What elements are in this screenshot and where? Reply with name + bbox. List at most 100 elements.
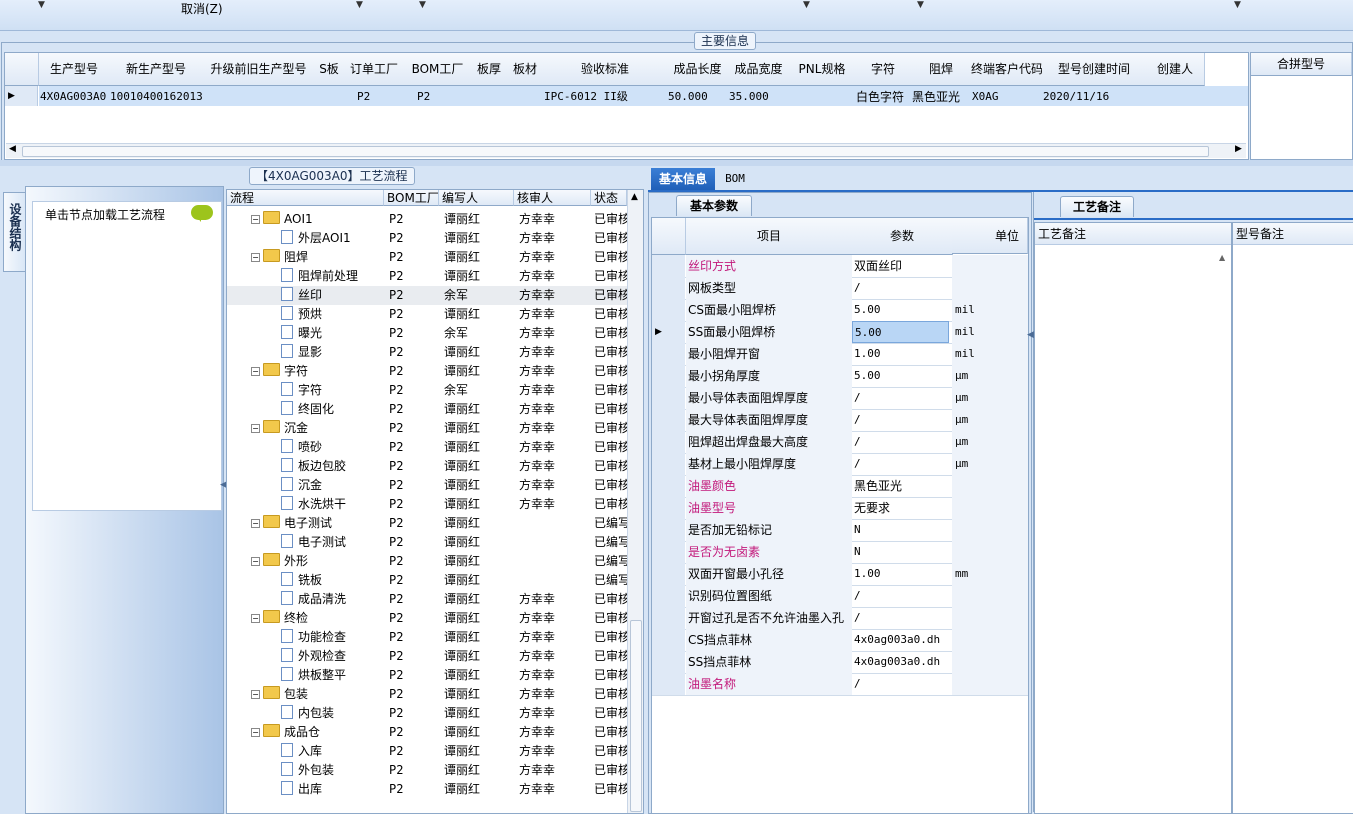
flow-tree-row[interactable]: − AOI1 P2 谭丽红 方幸幸 已审核 bbox=[227, 210, 627, 229]
table-cell[interactable] bbox=[790, 87, 854, 107]
param-row[interactable]: 最小拐角厚度 5.00 μm bbox=[652, 365, 1028, 388]
flow-tree-row[interactable]: 成品清洗 P2 谭丽红 方幸幸 已审核 bbox=[227, 590, 627, 609]
param-row[interactable]: 油墨名称 / bbox=[652, 673, 1028, 696]
col-header[interactable]: 板厚 bbox=[471, 53, 508, 86]
collapse-icon[interactable]: − bbox=[251, 519, 260, 528]
flow-node[interactable]: 铣板 bbox=[281, 571, 322, 590]
flow-node[interactable]: − 电子测试 bbox=[251, 514, 332, 533]
flow-tree-row[interactable]: − 成品仓 P2 谭丽红 方幸幸 已审核 bbox=[227, 723, 627, 742]
col-header[interactable]: S板 bbox=[314, 53, 345, 86]
flow-tree-row[interactable]: 丝印 P2 余军 方幸幸 已审核 bbox=[227, 286, 627, 305]
table-cell[interactable] bbox=[315, 87, 343, 107]
col-header[interactable]: 板材 bbox=[507, 53, 544, 86]
flow-tree-row[interactable]: 烘板整平 P2 谭丽红 方幸幸 已审核 bbox=[227, 666, 627, 685]
param-value[interactable]: 5.00 bbox=[852, 321, 949, 343]
param-value[interactable]: 4x0ag003a0.dh bbox=[852, 629, 951, 651]
flow-node[interactable]: 入库 bbox=[281, 742, 322, 761]
table-cell[interactable]: 10010400162013 bbox=[110, 87, 202, 107]
param-row[interactable]: 网板类型 / bbox=[652, 277, 1028, 300]
param-value[interactable]: N bbox=[852, 519, 951, 541]
tab-basic-info[interactable]: 基本信息 bbox=[651, 168, 715, 190]
flow-tree-row[interactable]: − 字符 P2 谭丽红 方幸幸 已审核 bbox=[227, 362, 627, 381]
col-header[interactable]: 型号创建时间 bbox=[1042, 53, 1147, 86]
scroll-up-icon[interactable]: ▲ bbox=[631, 192, 638, 202]
col-header[interactable]: 生产型号 bbox=[39, 53, 110, 86]
merge-model-grid[interactable]: 合拼型号 bbox=[1250, 52, 1353, 160]
param-row[interactable]: 阻焊超出焊盘最大高度 / μm bbox=[652, 431, 1028, 454]
collapse-icon[interactable]: − bbox=[251, 424, 260, 433]
flow-tree-row[interactable]: 水洗烘干 P2 谭丽红 方幸幸 已审核 bbox=[227, 495, 627, 514]
collapse-icon[interactable]: − bbox=[251, 557, 260, 566]
process-remarks-box[interactable]: 工艺备注 ▲ bbox=[1034, 222, 1232, 814]
table-cell[interactable]: IPC-6012 II级 bbox=[544, 87, 666, 107]
flow-node[interactable]: 丝印 bbox=[281, 286, 322, 305]
param-value[interactable]: 1.00 bbox=[852, 563, 951, 585]
flow-tree-row[interactable]: 出库 P2 谭丽红 方幸幸 已审核 bbox=[227, 780, 627, 799]
col-header[interactable]: 验收标准 bbox=[543, 53, 668, 86]
tab-bom[interactable]: BOM bbox=[720, 168, 750, 190]
flow-node[interactable]: − 外形 bbox=[251, 552, 308, 571]
process-flow-tree[interactable]: 流程 BOM工厂 编写人 核审人 状态 − AOI1 P2 谭丽红 方幸幸 已审核 外层AO… bbox=[226, 189, 644, 814]
model-remarks-box[interactable]: 型号备注 bbox=[1232, 222, 1353, 814]
flow-node[interactable]: 水洗烘干 bbox=[281, 495, 346, 514]
param-value[interactable]: 5.00 bbox=[852, 365, 951, 387]
param-value[interactable]: / bbox=[852, 585, 951, 607]
flow-node[interactable]: 外层AOI1 bbox=[281, 229, 351, 248]
flow-tree-row[interactable]: − 终检 P2 谭丽红 方幸幸 已审核 bbox=[227, 609, 627, 628]
horizontal-scrollbar[interactable]: ◀ ▶ bbox=[6, 143, 1246, 158]
cancel-button[interactable]: 取消(Z) bbox=[181, 0, 223, 17]
param-value[interactable]: / bbox=[852, 277, 951, 299]
flow-tree-row[interactable]: − 外形 P2 谭丽红 已编写 bbox=[227, 552, 627, 571]
flow-node[interactable]: 烘板整平 bbox=[281, 666, 346, 685]
param-row[interactable]: 最小导体表面阻焊厚度 / μm bbox=[652, 387, 1028, 410]
param-value[interactable]: 黑色亚光 bbox=[852, 475, 951, 497]
scroll-up-icon[interactable]: ▲ bbox=[1219, 253, 1225, 262]
flow-node[interactable]: 板边包胶 bbox=[281, 457, 346, 476]
flow-tree-row[interactable]: 喷砂 P2 谭丽红 方幸幸 已审核 bbox=[227, 438, 627, 457]
param-row[interactable]: 开窗过孔是否不允许油墨入孔 / bbox=[652, 607, 1028, 630]
table-cell[interactable]: X0AG bbox=[972, 87, 1041, 107]
flow-tree-row[interactable]: 外层AOI1 P2 谭丽红 方幸幸 已审核 bbox=[227, 229, 627, 248]
flow-tree-row[interactable]: 板边包胶 P2 谭丽红 方幸幸 已审核 bbox=[227, 457, 627, 476]
col-header[interactable]: 订单工厂 bbox=[344, 53, 405, 86]
param-value[interactable]: / bbox=[852, 431, 951, 453]
scroll-right-icon[interactable]: ▶ bbox=[1235, 144, 1242, 154]
param-row[interactable]: 基材上最小阻焊厚度 / μm bbox=[652, 453, 1028, 476]
param-value[interactable]: / bbox=[852, 409, 951, 431]
collapse-icon[interactable]: − bbox=[251, 728, 260, 737]
scroll-thumb[interactable] bbox=[630, 620, 642, 812]
param-value[interactable]: / bbox=[852, 453, 951, 475]
col-header[interactable]: 字符 bbox=[855, 53, 912, 86]
param-value[interactable]: 无要求 bbox=[852, 497, 951, 519]
flow-tree-row[interactable]: 外观检查 P2 谭丽红 方幸幸 已审核 bbox=[227, 647, 627, 666]
flow-node[interactable]: − 终检 bbox=[251, 609, 308, 628]
flow-node[interactable]: 显影 bbox=[281, 343, 322, 362]
tab-basic-params[interactable]: 基本参数 bbox=[676, 195, 752, 216]
collapse-icon[interactable]: − bbox=[251, 614, 260, 623]
flow-tree-row[interactable]: 显影 P2 谭丽红 方幸幸 已审核 bbox=[227, 343, 627, 362]
flow-tree-row[interactable]: 阻焊前处理 P2 谭丽红 方幸幸 已审核 bbox=[227, 267, 627, 286]
vertical-scrollbar[interactable]: ▲ bbox=[627, 190, 643, 813]
flow-tree-row[interactable]: 预烘 P2 谭丽红 方幸幸 已审核 bbox=[227, 305, 627, 324]
param-value[interactable]: / bbox=[852, 673, 951, 695]
param-row[interactable]: ▶ SS面最小阻焊桥 5.00 mil bbox=[652, 321, 1028, 344]
collapse-icon[interactable]: − bbox=[251, 690, 260, 699]
param-row[interactable]: CS面最小阻焊桥 5.00 mil bbox=[652, 299, 1028, 322]
flow-node[interactable]: 成品清洗 bbox=[281, 590, 346, 609]
table-cell[interactable]: 黑色亚光 bbox=[912, 87, 970, 107]
flow-tree-row[interactable]: 沉金 P2 谭丽红 方幸幸 已审核 bbox=[227, 476, 627, 495]
flow-node[interactable]: 外包装 bbox=[281, 761, 334, 780]
flow-tree-row[interactable]: 内包装 P2 谭丽红 方幸幸 已审核 bbox=[227, 704, 627, 723]
param-row[interactable]: 最大导体表面阻焊厚度 / μm bbox=[652, 409, 1028, 432]
main-info-grid[interactable]: ▶ ◀ ▶ 生产型号 4X0AG003A0 新生产型号 10010400162013 升… bbox=[4, 52, 1249, 160]
params-grid[interactable]: 项目 参数 单位 丝印方式 双面丝印 网板类型 / CS面最小阻焊桥 5.00 mil ▶ SS… bbox=[651, 217, 1029, 814]
param-row[interactable]: 双面开窗最小孔径 1.00 mm bbox=[652, 563, 1028, 586]
flow-tree-row[interactable]: − 沉金 P2 谭丽红 方幸幸 已审核 bbox=[227, 419, 627, 438]
flow-node[interactable]: 电子测试 bbox=[281, 533, 346, 552]
col-header[interactable]: 新生产型号 bbox=[109, 53, 204, 86]
col-header[interactable]: BOM工厂 bbox=[404, 53, 472, 86]
flow-tree-row[interactable]: 终固化 P2 谭丽红 方幸幸 已审核 bbox=[227, 400, 627, 419]
table-cell[interactable] bbox=[1147, 87, 1203, 107]
tab-process-remarks[interactable]: 工艺备注 bbox=[1060, 196, 1134, 217]
param-row[interactable]: CS挡点菲林 4x0ag003a0.dh bbox=[652, 629, 1028, 652]
